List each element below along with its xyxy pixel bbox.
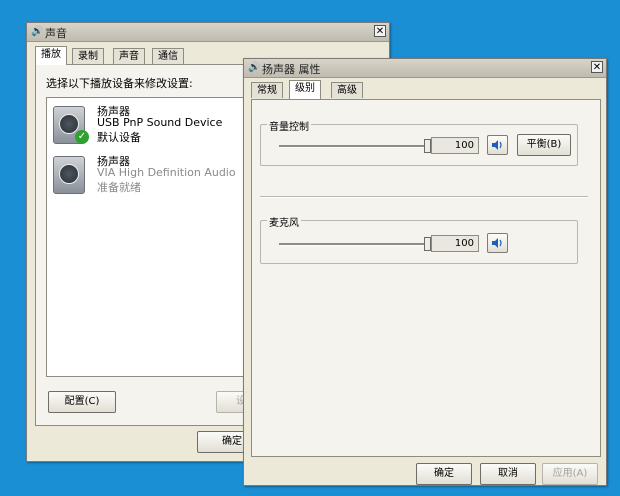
levels-panel: 音量控制 100 平衡(B) 麦克风 100	[251, 99, 601, 457]
volume-value[interactable]: 100	[431, 137, 479, 154]
close-icon[interactable]: ✕	[591, 61, 603, 73]
microphone-value[interactable]: 100	[431, 235, 479, 252]
device-status: 默认设备	[97, 131, 141, 144]
volume-group: 音量控制 100 平衡(B)	[260, 118, 578, 166]
instruction-text: 选择以下播放设备来修改设置:	[46, 77, 193, 90]
device-detail: USB PnP Sound Device	[97, 116, 223, 129]
checkmark-icon: ✓	[75, 130, 89, 144]
tab-playback[interactable]: 播放	[35, 46, 67, 65]
tab-general[interactable]: 常规	[251, 82, 283, 98]
properties-titlebar[interactable]: 🔊 扬声器 属性 ✕	[244, 59, 606, 78]
tab-sounds[interactable]: 声音	[113, 48, 145, 64]
speaker-window-icon: 🔊	[31, 26, 44, 37]
balance-button[interactable]: 平衡(B)	[517, 134, 571, 156]
level-separator	[260, 196, 588, 198]
volume-slider-thumb[interactable]	[424, 139, 431, 153]
speaker-glyph	[492, 238, 502, 248]
volume-group-label: 音量控制	[267, 118, 311, 133]
speaker-device-icon	[53, 156, 85, 194]
configure-button[interactable]: 配置(C)	[48, 391, 116, 413]
sound-tabs: 播放 录制 声音 通信	[35, 46, 235, 65]
tab-communications[interactable]: 通信	[152, 48, 184, 64]
speaker-window-icon: 🔊	[248, 62, 261, 73]
properties-tabs: 常规 级别 高级	[251, 80, 451, 99]
volume-slider-track[interactable]	[279, 145, 429, 148]
device-detail: VIA High Definition Audio	[97, 166, 236, 179]
microphone-group-label: 麦克风	[267, 214, 301, 229]
speaker-glyph	[492, 140, 502, 150]
sound-dialog-title: 声音	[45, 27, 67, 40]
properties-apply-button[interactable]: 应用(A)	[542, 463, 598, 485]
tab-advanced[interactable]: 高级	[331, 82, 363, 98]
microphone-slider-track[interactable]	[279, 243, 429, 246]
microphone-group: 麦克风 100	[260, 214, 578, 264]
tab-recording[interactable]: 录制	[72, 48, 104, 64]
tab-levels[interactable]: 级别	[289, 80, 321, 99]
speaker-properties-dialog: 🔊 扬声器 属性 ✕ 常规 级别 高级 音量控制 100 平衡(B) 麦克风 1…	[243, 58, 607, 486]
properties-cancel-button[interactable]: 取消	[480, 463, 536, 485]
close-icon[interactable]: ✕	[374, 25, 386, 37]
speaker-volume-icon[interactable]	[487, 135, 508, 155]
properties-ok-button[interactable]: 确定	[416, 463, 472, 485]
microphone-speaker-icon[interactable]	[487, 233, 508, 253]
device-status: 准备就绪	[97, 181, 141, 194]
microphone-slider-thumb[interactable]	[424, 237, 431, 251]
sound-dialog-titlebar[interactable]: 🔊 声音 ✕	[27, 23, 389, 42]
properties-title: 扬声器 属性	[262, 63, 321, 76]
